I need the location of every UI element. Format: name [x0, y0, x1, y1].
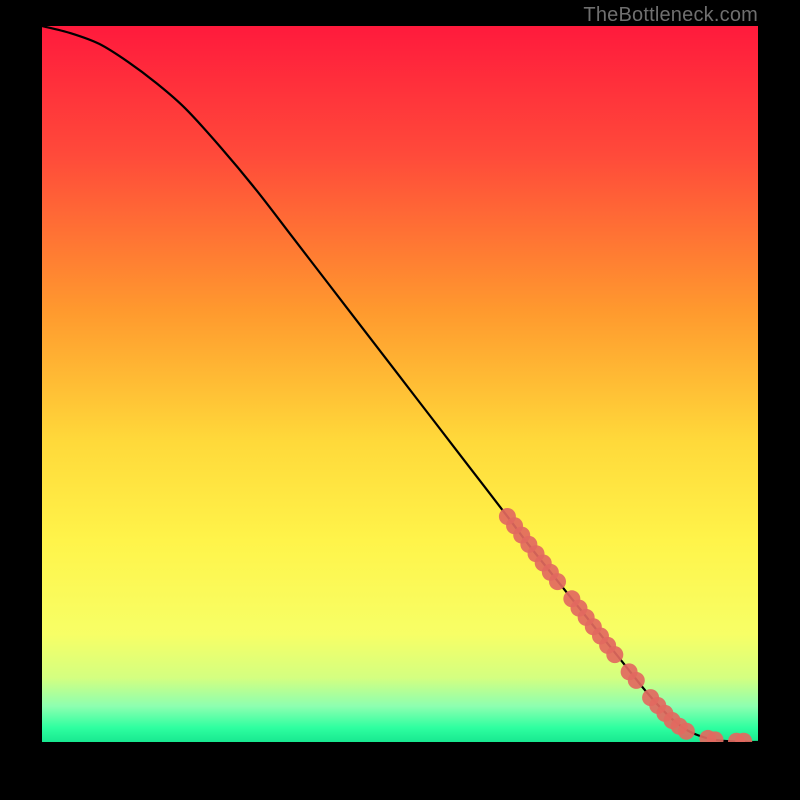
- watermark-text: TheBottleneck.com: [583, 4, 758, 27]
- gradient-background: [42, 26, 758, 742]
- data-point: [678, 723, 695, 740]
- data-point: [549, 573, 566, 590]
- plot-area: [42, 26, 758, 742]
- chart-svg: [42, 26, 758, 742]
- data-point: [628, 672, 645, 689]
- data-point: [606, 646, 623, 663]
- chart-frame: TheBottleneck.com: [0, 0, 800, 800]
